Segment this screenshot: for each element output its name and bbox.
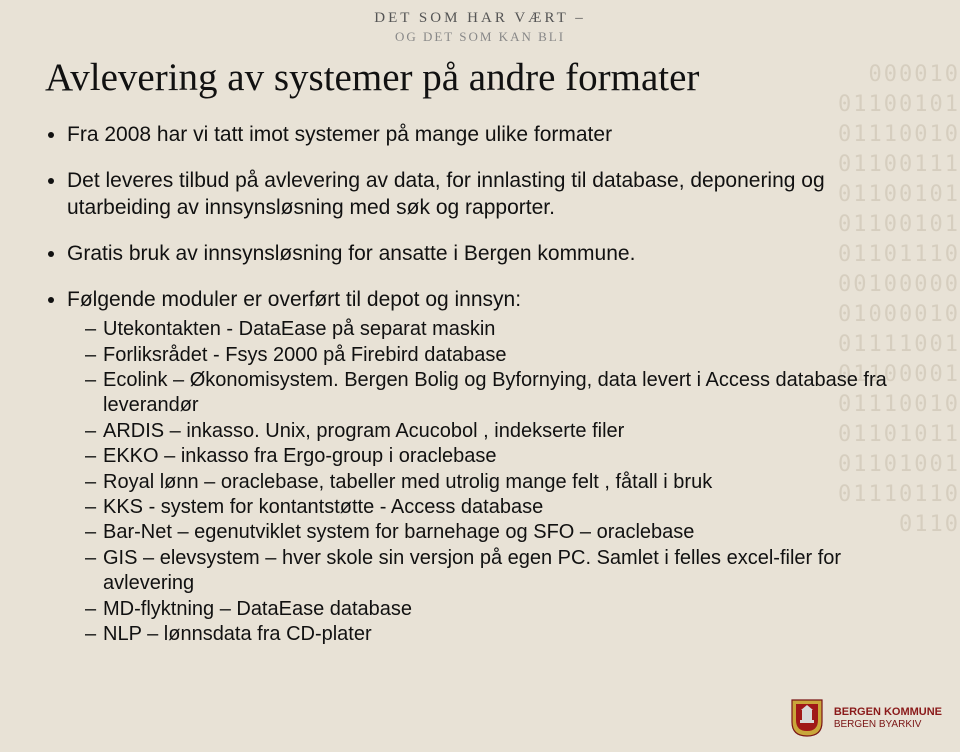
bullet-list: Fra 2008 har vi tatt imot systemer på ma… [45, 122, 915, 647]
sub-bullet-item: Forliksrådet - Fsys 2000 på Firebird dat… [85, 343, 915, 368]
sub-bullet-item: Ecolink – Økonomisystem. Bergen Bolig og… [85, 368, 915, 419]
sub-bullet-item: Utekontakten - DataEase på separat maski… [85, 317, 915, 342]
footer-org: BERGEN KOMMUNE [834, 706, 942, 719]
sub-bullet-item: MD-flyktning – DataEase database [85, 597, 915, 622]
sub-bullet-item: EKKO – inkasso fra Ergo-group i oracleba… [85, 444, 915, 469]
bullet-item: Gratis bruk av innsynsløsning for ansatt… [67, 241, 915, 267]
bullet-item: Følgende moduler er overført til depot o… [67, 287, 915, 647]
crest-icon [790, 698, 824, 738]
sub-bullet-item: Royal lønn – oraclebase, tabeller med ut… [85, 470, 915, 495]
footer-logo: BERGEN KOMMUNE BERGEN BYARKIV [790, 698, 942, 738]
sub-bullet-item: NLP – lønnsdata fra CD-plater [85, 622, 915, 647]
sub-bullet-item: KKS - system for kontantstøtte - Access … [85, 495, 915, 520]
sub-bullet-item: GIS – elevsystem – hver skole sin versjo… [85, 546, 915, 597]
sub-bullet-list: Utekontakten - DataEase på separat maski… [67, 317, 915, 647]
footer-dept: BERGEN BYARKIV [834, 719, 942, 731]
bullet-text: Følgende moduler er overført til depot o… [67, 288, 521, 311]
slide-content: Avlevering av systemer på andre formater… [0, 0, 960, 647]
bullet-item: Det leveres tilbud på avlevering av data… [67, 168, 915, 221]
footer-text: BERGEN KOMMUNE BERGEN BYARKIV [834, 706, 942, 730]
sub-bullet-item: Bar-Net – egenutviklet system for barneh… [85, 520, 915, 545]
slide-title: Avlevering av systemer på andre formater [45, 55, 915, 100]
bullet-item: Fra 2008 har vi tatt imot systemer på ma… [67, 122, 915, 148]
sub-bullet-item: ARDIS – inkasso. Unix, program Acucobol … [85, 419, 915, 444]
